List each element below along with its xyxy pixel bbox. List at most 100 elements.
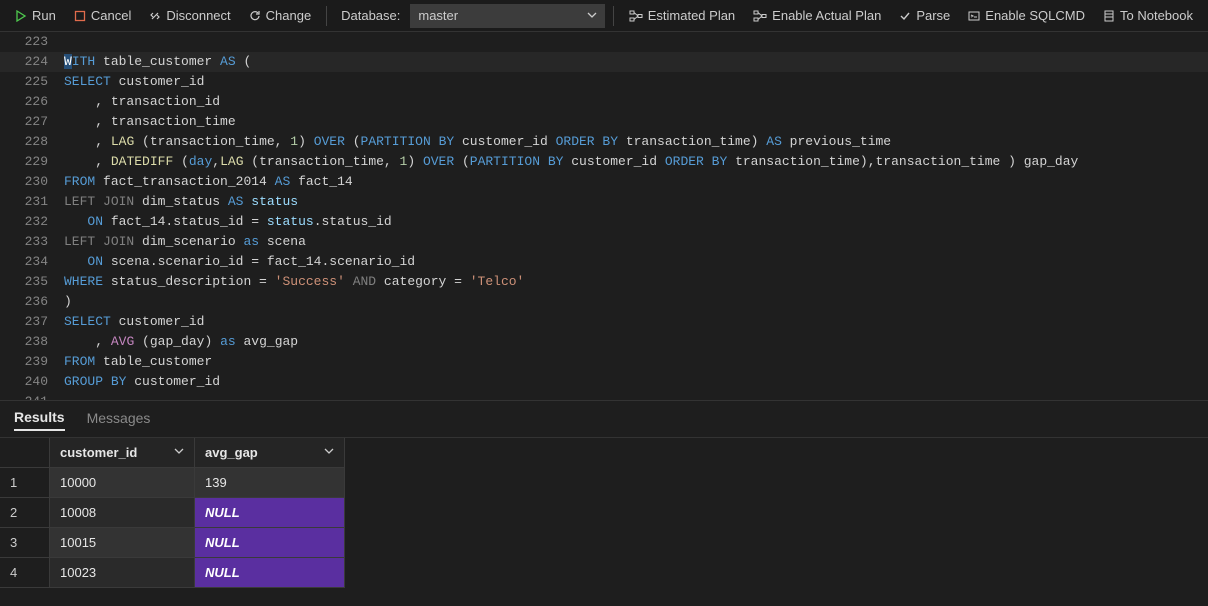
- results-grid[interactable]: customer_id avg_gap 110000139210008NULL310…: [0, 437, 1208, 588]
- enable-actual-plan-button[interactable]: Enable Actual Plan: [746, 5, 888, 26]
- code-content[interactable]: , AVG (gap_day) as avg_gap: [64, 332, 1208, 352]
- table-row[interactable]: 210008NULL: [0, 498, 1208, 528]
- toolbar-separator: [326, 6, 327, 26]
- editor-line[interactable]: 239FROM table_customer: [0, 352, 1208, 372]
- editor-line[interactable]: 232 ON fact_14.status_id = status.status…: [0, 212, 1208, 232]
- editor-line[interactable]: 236): [0, 292, 1208, 312]
- cell-customer-id[interactable]: 10008: [50, 498, 195, 528]
- plan-actual-icon: [753, 10, 767, 22]
- line-number: 229: [0, 152, 64, 172]
- editor-line[interactable]: 240GROUP BY customer_id: [0, 372, 1208, 392]
- cell-avg-gap[interactable]: NULL: [195, 558, 345, 588]
- cell-avg-gap[interactable]: NULL: [195, 498, 345, 528]
- code-content[interactable]: LEFT JOIN dim_scenario as scena: [64, 232, 1208, 252]
- chevron-down-icon[interactable]: [174, 446, 184, 459]
- code-content[interactable]: LEFT JOIN dim_status AS status: [64, 192, 1208, 212]
- disconnect-button[interactable]: Disconnect: [142, 5, 237, 26]
- editor-line[interactable]: 234 ON scena.scenario_id = fact_14.scena…: [0, 252, 1208, 272]
- panel-tabs: Results Messages: [0, 401, 1208, 437]
- cell-customer-id[interactable]: 10023: [50, 558, 195, 588]
- code-content[interactable]: , transaction_time: [64, 112, 1208, 132]
- results-panel: Results Messages customer_id avg_gap 11000…: [0, 400, 1208, 606]
- code-content[interactable]: WHERE status_description = 'Success' AND…: [64, 272, 1208, 292]
- code-content[interactable]: , LAG (transaction_time, 1) OVER (PARTIT…: [64, 132, 1208, 152]
- code-content[interactable]: GROUP BY customer_id: [64, 372, 1208, 392]
- table-row[interactable]: 110000139: [0, 468, 1208, 498]
- column-header[interactable]: customer_id: [50, 438, 195, 468]
- editor-line[interactable]: 241: [0, 392, 1208, 400]
- line-number: 225: [0, 72, 64, 92]
- line-number: 237: [0, 312, 64, 332]
- database-label: Database:: [341, 8, 400, 23]
- code-content[interactable]: ON fact_14.status_id = status.status_id: [64, 212, 1208, 232]
- line-number: 230: [0, 172, 64, 192]
- parse-label: Parse: [916, 8, 950, 23]
- editor-line[interactable]: 228 , LAG (transaction_time, 1) OVER (PA…: [0, 132, 1208, 152]
- line-number: 236: [0, 292, 64, 312]
- row-number: 4: [0, 558, 50, 588]
- parse-button[interactable]: Parse: [892, 5, 957, 26]
- line-number: 223: [0, 32, 64, 52]
- code-content[interactable]: FROM table_customer: [64, 352, 1208, 372]
- estimated-plan-button[interactable]: Estimated Plan: [622, 5, 742, 26]
- cell-customer-id[interactable]: 10015: [50, 528, 195, 558]
- run-button[interactable]: Run: [8, 5, 63, 26]
- sql-editor[interactable]: 223224WITH table_customer AS (225SELECT …: [0, 32, 1208, 400]
- editor-line[interactable]: 225SELECT customer_id: [0, 72, 1208, 92]
- line-number: 231: [0, 192, 64, 212]
- tab-results[interactable]: Results: [14, 409, 65, 431]
- code-content[interactable]: SELECT customer_id: [64, 72, 1208, 92]
- change-button[interactable]: Change: [242, 5, 319, 26]
- to-notebook-label: To Notebook: [1120, 8, 1193, 23]
- cancel-button[interactable]: Cancel: [67, 5, 138, 26]
- column-header-label: customer_id: [60, 445, 137, 460]
- code-content[interactable]: [64, 392, 1208, 400]
- editor-line[interactable]: 226 , transaction_id: [0, 92, 1208, 112]
- disconnect-label: Disconnect: [166, 8, 230, 23]
- sqlcmd-icon: [968, 10, 980, 22]
- code-content[interactable]: SELECT customer_id: [64, 312, 1208, 332]
- line-number: 232: [0, 212, 64, 232]
- cancel-label: Cancel: [91, 8, 131, 23]
- editor-line[interactable]: 238 , AVG (gap_day) as avg_gap: [0, 332, 1208, 352]
- line-number: 227: [0, 112, 64, 132]
- line-number: 224: [0, 52, 64, 72]
- cell-customer-id[interactable]: 10000: [50, 468, 195, 498]
- table-row[interactable]: 310015NULL: [0, 528, 1208, 558]
- code-content[interactable]: , DATEDIFF (day,LAG (transaction_time, 1…: [64, 152, 1208, 172]
- enable-sqlcmd-button[interactable]: Enable SQLCMD: [961, 5, 1092, 26]
- play-icon: [15, 10, 27, 22]
- to-notebook-button[interactable]: To Notebook: [1096, 5, 1200, 26]
- cell-avg-gap[interactable]: NULL: [195, 528, 345, 558]
- code-content[interactable]: , transaction_id: [64, 92, 1208, 112]
- line-number: 228: [0, 132, 64, 152]
- tab-messages[interactable]: Messages: [87, 410, 151, 430]
- editor-line[interactable]: 235WHERE status_description = 'Success' …: [0, 272, 1208, 292]
- row-number: 1: [0, 468, 50, 498]
- editor-line[interactable]: 231LEFT JOIN dim_status AS status: [0, 192, 1208, 212]
- editor-line[interactable]: 230FROM fact_transaction_2014 AS fact_14: [0, 172, 1208, 192]
- chevron-down-icon[interactable]: [324, 446, 334, 459]
- database-select[interactable]: master: [410, 4, 604, 28]
- cell-avg-gap[interactable]: 139: [195, 468, 345, 498]
- plan-estimate-icon: [629, 10, 643, 22]
- editor-line[interactable]: 224WITH table_customer AS (: [0, 52, 1208, 72]
- editor-line[interactable]: 223: [0, 32, 1208, 52]
- table-row[interactable]: 410023NULL: [0, 558, 1208, 588]
- code-content[interactable]: [64, 32, 1208, 52]
- line-number: 241: [0, 392, 64, 400]
- editor-line[interactable]: 229 , DATEDIFF (day,LAG (transaction_tim…: [0, 152, 1208, 172]
- code-content[interactable]: ON scena.scenario_id = fact_14.scenario_…: [64, 252, 1208, 272]
- editor-line[interactable]: 233LEFT JOIN dim_scenario as scena: [0, 232, 1208, 252]
- column-header-label: avg_gap: [205, 445, 258, 460]
- editor-line[interactable]: 227 , transaction_time: [0, 112, 1208, 132]
- code-content[interactable]: FROM fact_transaction_2014 AS fact_14: [64, 172, 1208, 192]
- toolbar-separator: [613, 6, 614, 26]
- editor-line[interactable]: 237SELECT customer_id: [0, 312, 1208, 332]
- column-header[interactable]: avg_gap: [195, 438, 345, 468]
- run-label: Run: [32, 8, 56, 23]
- code-content[interactable]: ): [64, 292, 1208, 312]
- row-number-header: [0, 438, 50, 468]
- table-header-row: customer_id avg_gap: [0, 438, 1208, 468]
- code-content[interactable]: WITH table_customer AS (: [64, 52, 1208, 72]
